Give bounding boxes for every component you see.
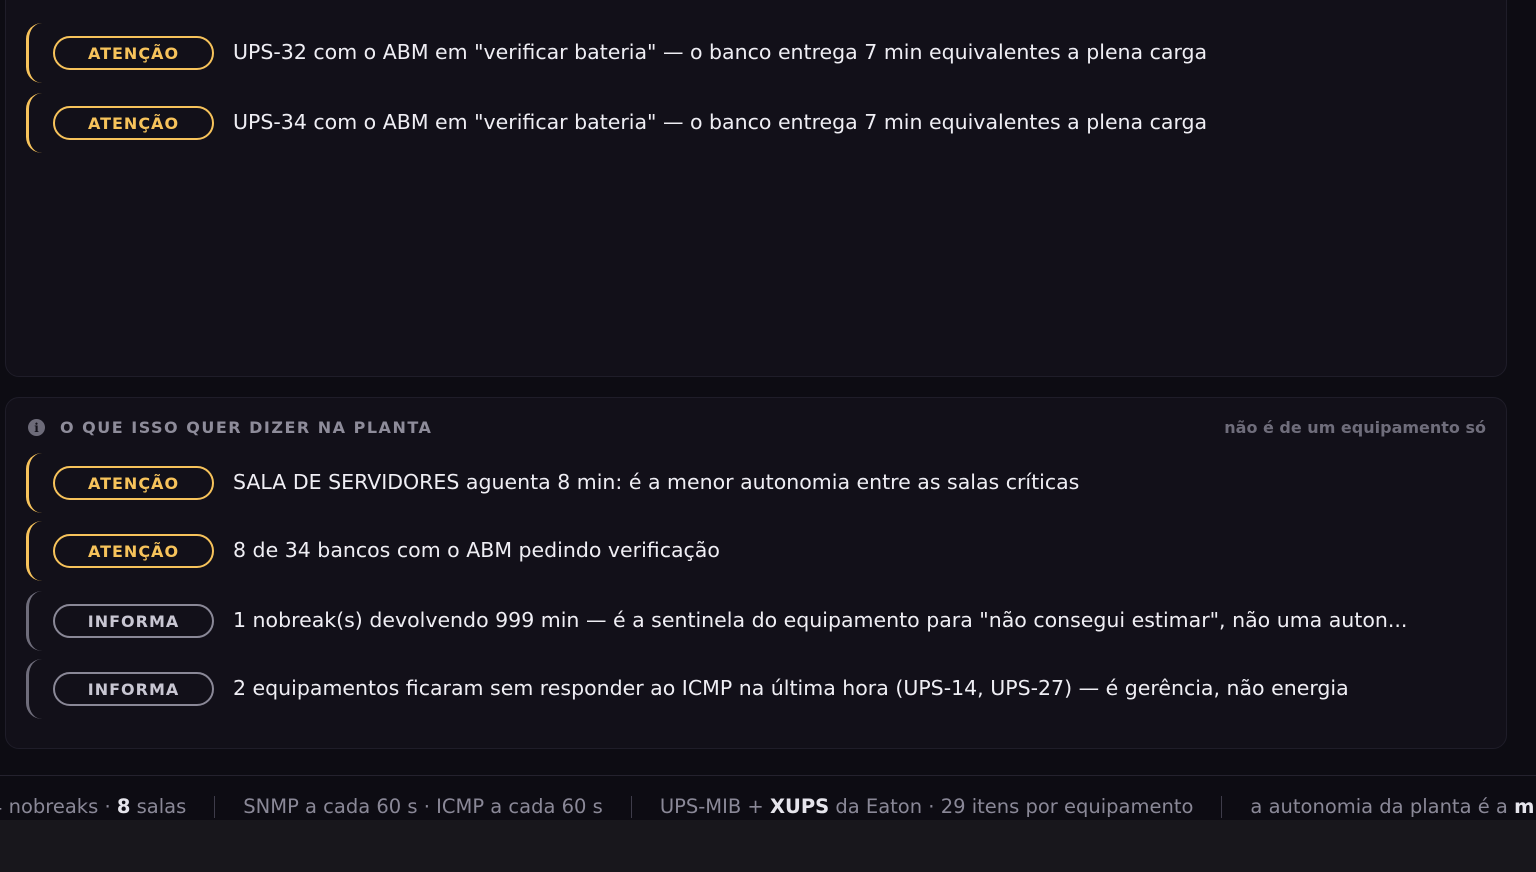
severity-bracket <box>26 93 42 153</box>
ticker-separator <box>1221 795 1223 818</box>
plant-item-row[interactable]: INFORMA 2 equipamentos ficaram sem respo… <box>6 659 1506 719</box>
severity-badge: ATENÇÃO <box>53 534 214 568</box>
plant-item-message: 1 nobreak(s) devolvendo 999 min — é a se… <box>233 608 1408 632</box>
severity-badge: INFORMA <box>53 604 214 638</box>
severity-badge: ATENÇÃO <box>53 466 214 500</box>
severity-badge: ATENÇÃO <box>53 36 214 70</box>
ticker-segment-polling: SNMP a cada 60 s · ICMP a cada 60 s <box>243 795 603 818</box>
plant-item-message: SALA DE SERVIDORES aguenta 8 min: é a me… <box>233 470 1080 494</box>
ticker-separator <box>630 795 632 818</box>
severity-bracket <box>26 659 42 719</box>
section-note: não é de um equipamento só <box>1224 418 1486 437</box>
status-ticker: 4 nobreaks · 8 salas SNMP a cada 60 s · … <box>0 775 1536 820</box>
plant-item-message: 8 de 34 bancos com o ABM pedindo verific… <box>233 538 720 562</box>
severity-bracket <box>26 23 42 83</box>
severity-badge: ATENÇÃO <box>53 106 214 140</box>
info-icon: i <box>28 419 45 436</box>
plant-item-message: 2 equipamentos ficaram sem responder ao … <box>233 676 1349 700</box>
ticker-segment-mib: UPS-MIB + XUPS da Eaton · 29 itens por e… <box>659 795 1194 818</box>
ticker-segment-inventory: 4 nobreaks · 8 salas <box>0 795 187 818</box>
section-title: O QUE ISSO QUER DIZER NA PLANTA <box>60 418 433 437</box>
severity-bracket <box>26 591 42 651</box>
plant-meaning-panel: i O QUE ISSO QUER DIZER NA PLANTA não é … <box>5 397 1507 749</box>
alert-message: UPS-34 com o ABM em "verificar bateria" … <box>233 110 1208 134</box>
app-root: ATENÇÃO UPS-32 com o ABM em "verificar b… <box>0 0 1536 872</box>
alert-row[interactable]: ATENÇÃO UPS-34 com o ABM em "verificar b… <box>6 93 1506 153</box>
ticker-track: 4 nobreaks · 8 salas SNMP a cada 60 s · … <box>0 795 1534 818</box>
alert-row[interactable]: ATENÇÃO UPS-32 com o ABM em "verificar b… <box>6 23 1506 83</box>
alerts-panel: ATENÇÃO UPS-32 com o ABM em "verificar b… <box>5 0 1507 377</box>
severity-bracket <box>26 521 42 581</box>
ticker-segment-autonomy: a autonomia da planta é a m <box>1250 795 1535 818</box>
plant-item-row[interactable]: ATENÇÃO 8 de 34 bancos com o ABM pedindo… <box>6 521 1506 581</box>
alert-message: UPS-32 com o ABM em "verificar bateria" … <box>233 40 1208 64</box>
plant-item-row[interactable]: ATENÇÃO SALA DE SERVIDORES aguenta 8 min… <box>6 453 1506 513</box>
window-bottom-bar <box>0 820 1536 872</box>
section-header: i O QUE ISSO QUER DIZER NA PLANTA não é … <box>26 416 1486 438</box>
plant-item-row[interactable]: INFORMA 1 nobreak(s) devolvendo 999 min … <box>6 591 1506 651</box>
severity-bracket <box>26 453 42 513</box>
severity-badge: INFORMA <box>53 672 214 706</box>
ticker-separator <box>214 795 216 818</box>
